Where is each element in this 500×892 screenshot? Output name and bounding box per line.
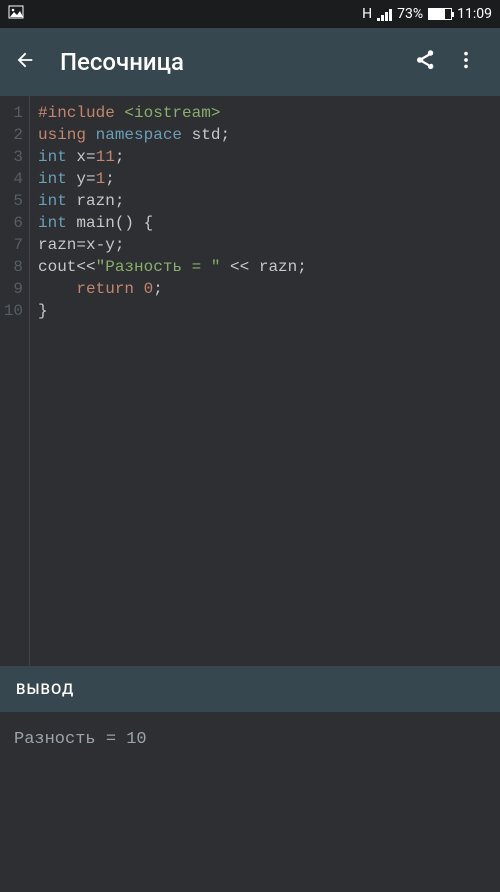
battery-pct: 73% — [397, 6, 423, 22]
line-number: 5 — [0, 190, 23, 212]
status-bar: H 73% 11:09 — [0, 0, 500, 28]
clock: 11:09 — [457, 6, 492, 22]
battery-icon — [428, 8, 452, 20]
share-button[interactable] — [406, 49, 446, 75]
overflow-menu-button[interactable] — [446, 49, 486, 75]
network-type: H — [362, 6, 372, 22]
line-number: 6 — [0, 212, 23, 234]
code-line[interactable]: int main() { — [38, 212, 500, 234]
line-number: 2 — [0, 124, 23, 146]
line-number: 4 — [0, 168, 23, 190]
code-line[interactable]: #include <iostream> — [38, 102, 500, 124]
output-panel: Разность = 10 — [0, 712, 500, 892]
signal-icon — [377, 7, 392, 21]
code-line[interactable]: using namespace std; — [38, 124, 500, 146]
code-line[interactable]: int y=1; — [38, 168, 500, 190]
line-gutter: 12345678910 — [0, 96, 30, 666]
line-number: 1 — [0, 102, 23, 124]
output-text: Разность = 10 — [14, 730, 147, 749]
screenshot-icon — [8, 5, 24, 23]
code-area[interactable]: #include <iostream>using namespace std;i… — [30, 96, 500, 666]
code-line[interactable]: int razn; — [38, 190, 500, 212]
page-title: Песочница — [60, 48, 406, 76]
line-number: 3 — [0, 146, 23, 168]
line-number: 7 — [0, 234, 23, 256]
line-number: 10 — [0, 300, 23, 322]
output-header: ВЫВОД — [0, 666, 500, 712]
code-line[interactable]: cout<<"Разность = " << razn; — [38, 256, 500, 278]
code-editor[interactable]: 12345678910 #include <iostream>using nam… — [0, 96, 500, 666]
code-line[interactable]: } — [38, 300, 500, 322]
line-number: 9 — [0, 278, 23, 300]
code-line[interactable]: return 0; — [38, 278, 500, 300]
back-button[interactable] — [14, 49, 46, 75]
app-bar: Песочница — [0, 28, 500, 96]
code-line[interactable]: int x=11; — [38, 146, 500, 168]
line-number: 8 — [0, 256, 23, 278]
code-line[interactable]: razn=x-y; — [38, 234, 500, 256]
